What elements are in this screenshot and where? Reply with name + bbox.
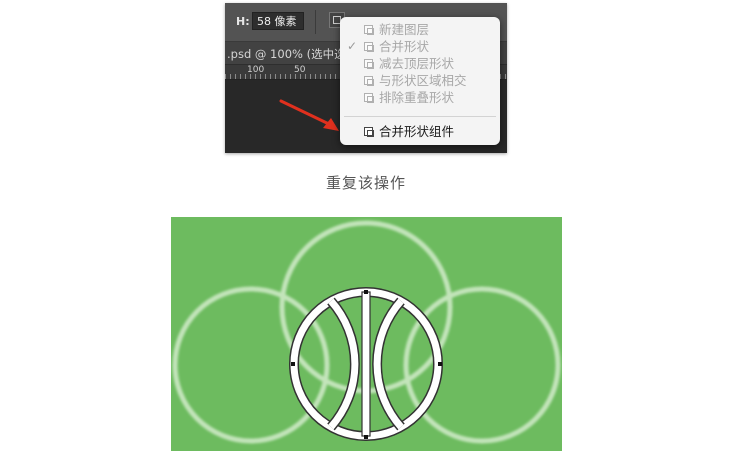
menu-item-subtract-front-shape[interactable]: 减去顶层形状 <box>340 55 500 72</box>
green-canvas <box>171 217 562 451</box>
red-arrow-annotation <box>279 99 339 131</box>
new-layer-icon <box>364 25 374 35</box>
menu-item-label: 减去顶层形状 <box>379 56 455 71</box>
menu-divider <box>344 116 496 117</box>
photoshop-screenshot: H: 58 像素 .psd @ 100% (选中选 100 50 新建图层 ✓ … <box>225 3 507 153</box>
menu-item-label: 合并形状 <box>379 39 430 54</box>
combined-shape <box>289 287 443 441</box>
menu-item-label: 合并形状组件 <box>379 124 455 139</box>
path-operations-menu: 新建图层 ✓ 合并形状 减去顶层形状 与形状区域相交 排除重叠形状 合并形状组件 <box>340 17 500 145</box>
shapes-illustration <box>172 220 561 444</box>
menu-item-label: 与形状区域相交 <box>379 73 467 88</box>
menu-item-intersect-shape-areas[interactable]: 与形状区域相交 <box>340 72 500 89</box>
menu-item-label: 排除重叠形状 <box>379 90 455 105</box>
anchor-point <box>364 435 368 439</box>
options-bar-divider <box>315 10 316 34</box>
menu-item-label: 新建图层 <box>379 22 430 37</box>
combine-shapes-icon <box>364 42 374 52</box>
height-label: H: <box>236 15 250 28</box>
caption: 重复该操作 <box>325 174 406 192</box>
shape-center-bar <box>361 291 371 437</box>
anchor-point <box>438 362 442 366</box>
anchor-point <box>291 362 295 366</box>
intersect-shape-areas-icon <box>364 76 374 86</box>
menu-item-combine-shapes[interactable]: ✓ 合并形状 <box>340 38 500 55</box>
anchor-point <box>364 290 368 294</box>
exclude-overlapping-shapes-icon <box>364 93 374 103</box>
subtract-front-shape-icon <box>364 59 374 69</box>
height-input[interactable]: 58 像素 <box>252 12 304 30</box>
menu-item-merge-shape-components[interactable]: 合并形状组件 <box>340 123 500 140</box>
menu-item-exclude-overlapping-shapes[interactable]: 排除重叠形状 <box>340 89 500 106</box>
check-icon: ✓ <box>347 39 358 53</box>
merge-shape-components-icon <box>364 127 374 137</box>
document-tab-label: .psd @ 100% (选中选 <box>227 47 346 61</box>
menu-item-new-layer[interactable]: 新建图层 <box>340 21 500 38</box>
